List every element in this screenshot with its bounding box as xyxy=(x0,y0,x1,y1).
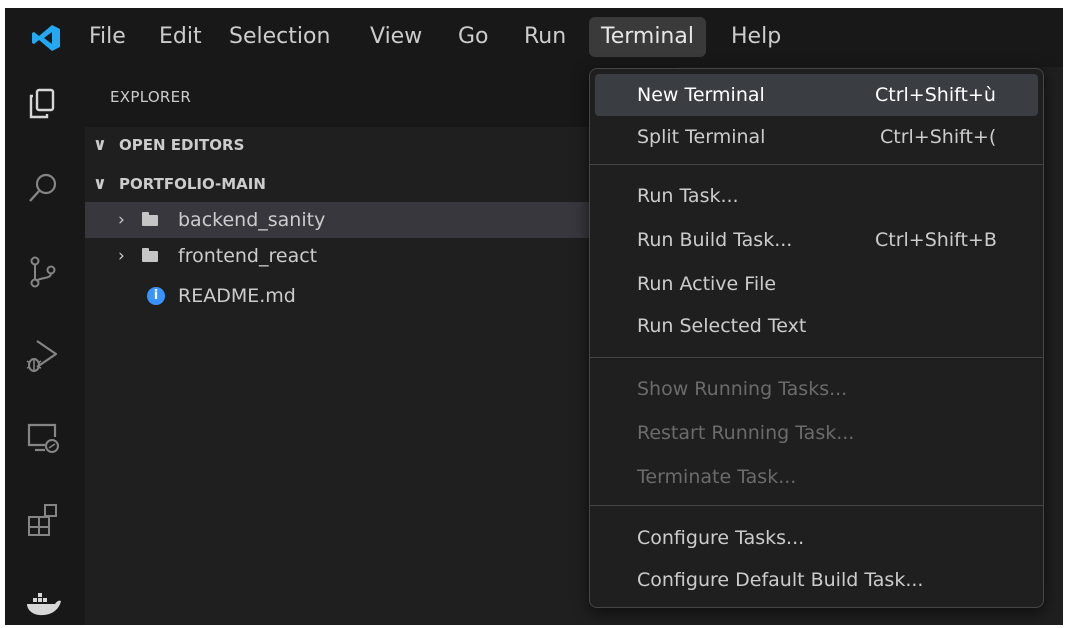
tree-item-backend-sanity[interactable]: › backend_sanity xyxy=(85,202,675,238)
source-control-icon[interactable] xyxy=(23,252,63,292)
menu-item-split-terminal[interactable]: Split Terminal Ctrl+Shift+( xyxy=(595,116,1038,158)
explorer-title: EXPLORER xyxy=(110,88,192,106)
menu-item-configure-tasks[interactable]: Configure Tasks... xyxy=(595,517,1038,559)
explorer-panel: EXPLORER ∨ OPEN EDITORS ∨ PORTFOLIO-MAIN… xyxy=(85,67,675,625)
folder-icon xyxy=(142,212,158,226)
menu-item-label: Run Selected Text xyxy=(637,315,807,337)
menu-item-restart-running-task[interactable]: Restart Running Task... xyxy=(595,412,1038,454)
menu-item-shortcut: Ctrl+Shift+( xyxy=(880,126,997,148)
menu-terminal[interactable]: Terminal xyxy=(589,17,706,57)
run-debug-icon[interactable] xyxy=(23,335,63,375)
menu-item-run-selected-text[interactable]: Run Selected Text xyxy=(595,305,1038,347)
folder-icon xyxy=(142,248,158,262)
tree-item-label: frontend_react xyxy=(178,245,318,267)
workspace-folder-label: PORTFOLIO-MAIN xyxy=(119,175,266,193)
menu-item-configure-default-build-task[interactable]: Configure Default Build Task... xyxy=(595,559,1038,601)
vscode-logo-icon xyxy=(32,25,60,51)
menu-item-label: Show Running Tasks... xyxy=(637,378,848,400)
menu-separator xyxy=(590,505,1043,506)
explorer-icon[interactable] xyxy=(23,84,63,124)
menu-item-terminate-task[interactable]: Terminate Task... xyxy=(595,456,1038,498)
menu-selection[interactable]: Selection xyxy=(217,17,342,57)
tree-item-readme[interactable]: i README.md xyxy=(85,278,675,314)
menu-separator xyxy=(590,357,1043,358)
activity-bar xyxy=(5,67,85,625)
tree-item-label: backend_sanity xyxy=(178,209,326,231)
menu-item-label: Run Build Task... xyxy=(637,229,793,251)
open-editors-label: OPEN EDITORS xyxy=(119,136,245,154)
menu-item-label: New Terminal xyxy=(637,84,765,106)
menu-item-new-terminal[interactable]: New Terminal Ctrl+Shift+ù xyxy=(595,74,1038,116)
chevron-down-icon: ∨ xyxy=(93,135,107,155)
menu-item-run-task[interactable]: Run Task... xyxy=(595,175,1038,217)
menu-file[interactable]: File xyxy=(77,17,138,57)
menu-view[interactable]: View xyxy=(358,17,434,57)
menu-item-label: Configure Tasks... xyxy=(637,527,805,549)
chevron-right-icon: › xyxy=(118,210,125,230)
menu-item-label: Restart Running Task... xyxy=(637,422,855,444)
info-file-icon: i xyxy=(147,287,165,305)
tree-item-frontend-react[interactable]: › frontend_react xyxy=(85,238,675,274)
menu-separator xyxy=(590,164,1043,165)
menu-item-run-build-task[interactable]: Run Build Task... Ctrl+Shift+B xyxy=(595,219,1038,261)
terminal-menu-dropdown: New Terminal Ctrl+Shift+ù Split Terminal… xyxy=(589,68,1044,608)
chevron-right-icon: › xyxy=(118,246,125,266)
search-icon[interactable] xyxy=(23,169,63,209)
tree-item-label: README.md xyxy=(178,285,296,307)
menu-item-shortcut: Ctrl+Shift+B xyxy=(875,229,997,251)
explorer-header: EXPLORER xyxy=(85,67,675,127)
menu-help[interactable]: Help xyxy=(719,17,793,57)
menu-run[interactable]: Run xyxy=(512,17,578,57)
docker-icon[interactable] xyxy=(23,582,63,622)
menu-edit[interactable]: Edit xyxy=(147,17,214,57)
menu-item-shortcut: Ctrl+Shift+ù xyxy=(875,84,996,106)
title-bar: File Edit Selection View Go Run Terminal… xyxy=(5,8,1063,67)
menu-item-label: Terminate Task... xyxy=(637,466,797,488)
vscode-window: File Edit Selection View Go Run Terminal… xyxy=(5,8,1063,625)
menu-item-label: Run Active File xyxy=(637,273,777,295)
menu-item-label: Configure Default Build Task... xyxy=(637,569,924,591)
menu-item-label: Run Task... xyxy=(637,185,739,207)
menu-item-label: Split Terminal xyxy=(637,126,766,148)
menu-item-show-running-tasks[interactable]: Show Running Tasks... xyxy=(595,368,1038,410)
menu-go[interactable]: Go xyxy=(446,17,501,57)
remote-explorer-icon[interactable] xyxy=(23,417,63,457)
extensions-icon[interactable] xyxy=(23,500,63,540)
chevron-down-icon: ∨ xyxy=(93,174,107,194)
menu-item-run-active-file[interactable]: Run Active File xyxy=(595,263,1038,305)
